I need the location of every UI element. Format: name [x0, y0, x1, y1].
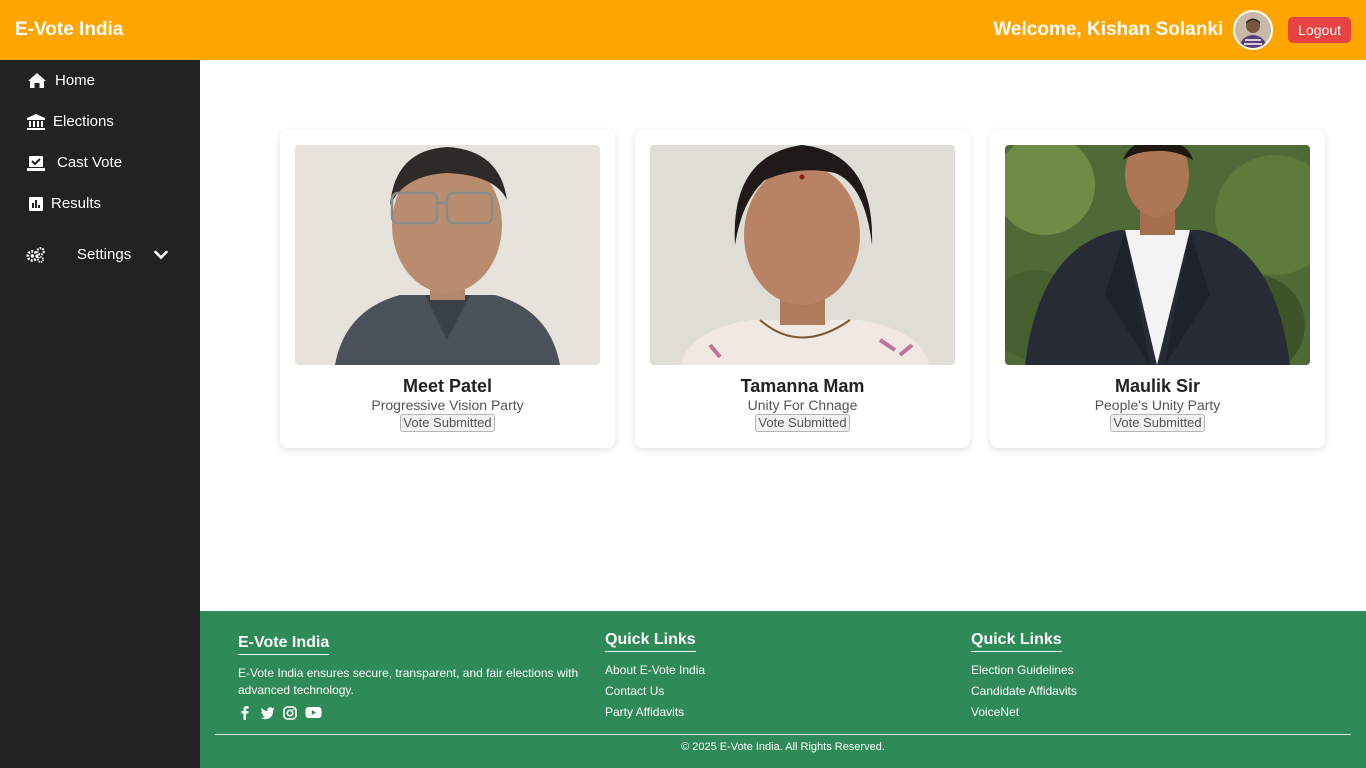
vote-submitted-button[interactable]: Vote Submitted: [400, 414, 495, 432]
sidebar-item-label: Cast Vote: [57, 154, 123, 171]
footer-about-title: E-Vote India: [238, 634, 330, 655]
candidate-cards: Meet Patel Progressive Vision Party Vote…: [280, 130, 1325, 448]
footer-about-text: E-Vote India ensures secure, transparent…: [238, 666, 579, 697]
candidate-party: Unity For Chnage: [747, 397, 858, 413]
vote-submitted-button[interactable]: Vote Submitted: [755, 414, 850, 432]
brand-title[interactable]: E-Vote India: [15, 19, 123, 41]
bar-chart-icon: [26, 194, 46, 214]
footer-link[interactable]: Candidate Affidavits: [971, 681, 1077, 702]
vote-submitted-button[interactable]: Vote Submitted: [1110, 414, 1205, 432]
candidate-party: People's Unity Party: [1094, 397, 1221, 413]
candidate-card: Meet Patel Progressive Vision Party Vote…: [280, 130, 615, 448]
footer-link[interactable]: Party Affidavits: [605, 702, 705, 723]
instagram-icon[interactable]: [283, 705, 297, 725]
avatar-image: [1235, 12, 1272, 48]
vote-box-icon: [26, 153, 46, 173]
sidebar-item-label: Results: [51, 195, 102, 212]
home-icon: [27, 71, 47, 91]
footer-col-title: Quick Links: [971, 631, 1062, 652]
footer-link[interactable]: Election Guidelines: [971, 660, 1077, 681]
sidebar-item-elections[interactable]: Elections: [0, 101, 200, 142]
footer-link[interactable]: Contact Us: [605, 681, 705, 702]
sidebar-item-settings[interactable]: Settings: [0, 234, 200, 275]
user-area: Welcome, Kishan Solanki Logout: [993, 10, 1351, 50]
candidate-name: Meet Patel: [402, 376, 493, 396]
candidate-photo: [1005, 145, 1310, 365]
sidebar-item-label: Settings: [77, 246, 132, 263]
sidebar-item-home[interactable]: Home: [0, 60, 200, 101]
footer-link[interactable]: About E-Vote India: [605, 660, 705, 681]
candidate-party: Progressive Vision Party: [371, 397, 524, 413]
footer-divider: [215, 734, 1351, 735]
footer-link[interactable]: VoiceNet: [971, 702, 1077, 723]
footer-quick-links-1: Quick Links About E-Vote India Contact U…: [605, 631, 705, 723]
bank-icon: [26, 112, 46, 132]
copyright-text: © 2025 E-Vote India. All Rights Reserved…: [681, 741, 885, 753]
candidate-photo: [295, 145, 600, 365]
social-links: [238, 705, 588, 725]
sidebar-item-cast-vote[interactable]: Cast Vote: [0, 142, 200, 183]
sidebar-item-results[interactable]: Results: [0, 183, 200, 224]
sidebar: Home Elections Cast Vote Results Setting…: [0, 60, 200, 768]
footer-col-title: Quick Links: [605, 631, 696, 652]
gears-icon: [26, 245, 46, 265]
logout-button[interactable]: Logout: [1288, 17, 1351, 43]
footer-links: Election Guidelines Candidate Affidavits…: [971, 660, 1077, 723]
avatar[interactable]: [1233, 10, 1274, 50]
welcome-text: Welcome, Kishan Solanki: [993, 19, 1224, 40]
facebook-icon[interactable]: [238, 705, 252, 725]
footer-about: E-Vote India E-Vote India ensures secure…: [238, 634, 588, 725]
candidate-card: Tamanna Mam Unity For Chnage Vote Submit…: [635, 130, 970, 448]
sidebar-item-label: Elections: [53, 113, 114, 130]
candidate-name: Tamanna Mam: [740, 376, 865, 396]
sidebar-item-label: Home: [55, 72, 96, 89]
footer: E-Vote India E-Vote India ensures secure…: [200, 611, 1366, 768]
chevron-down-icon[interactable]: [154, 250, 169, 260]
footer-quick-links-2: Quick Links Election Guidelines Candidat…: [971, 631, 1077, 723]
youtube-icon[interactable]: [305, 706, 322, 724]
candidate-photo: [650, 145, 955, 365]
twitter-icon[interactable]: [260, 706, 275, 725]
footer-links: About E-Vote India Contact Us Party Affi…: [605, 660, 705, 723]
candidate-name: Maulik Sir: [1114, 376, 1201, 396]
top-header: E-Vote India Welcome, Kishan Solanki Log…: [0, 0, 1366, 60]
candidate-card: Maulik Sir People's Unity Party Vote Sub…: [990, 130, 1325, 448]
